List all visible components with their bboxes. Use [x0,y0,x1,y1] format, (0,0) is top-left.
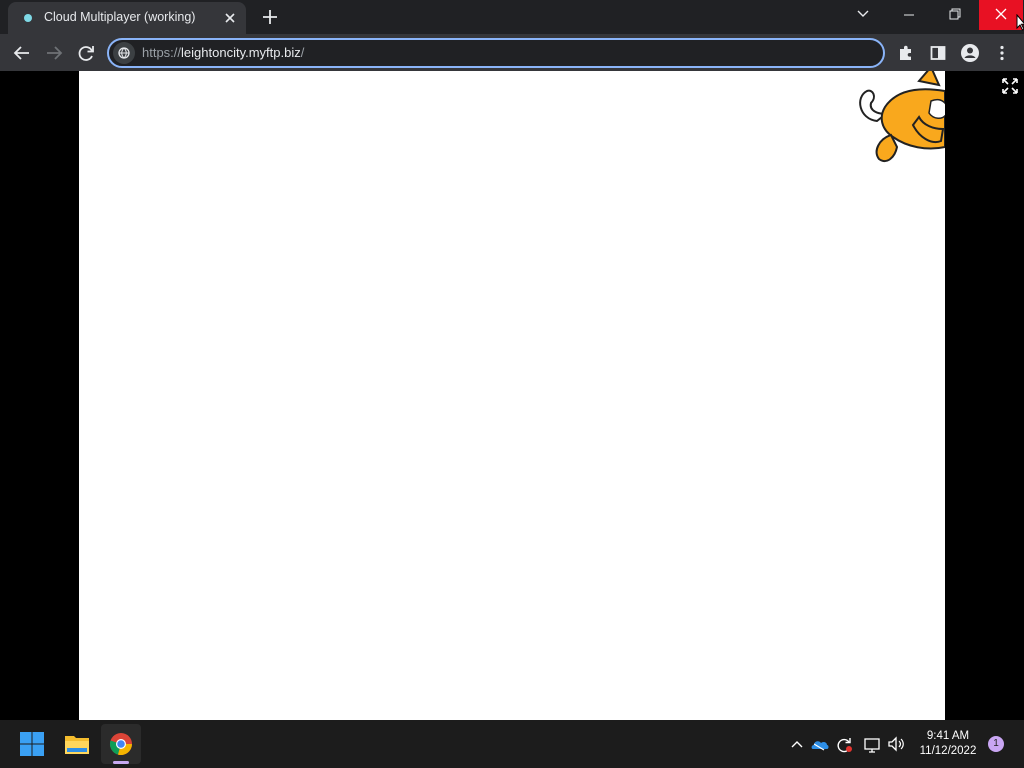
file-explorer-folder-icon[interactable] [57,724,97,764]
active-app-indicator [113,761,129,764]
reload-icon[interactable] [73,40,99,66]
show-hidden-icons-chevron-icon[interactable] [787,733,807,755]
restore-button[interactable] [933,0,977,30]
side-panel-icon[interactable] [925,40,951,66]
url-path: / [300,45,305,60]
url-scheme: https:// [142,45,182,60]
address-bar[interactable]: https://leightoncity.myftp.biz/ [107,38,885,68]
url-host: leightoncity.myftp.biz [181,45,301,60]
clock-date: 11/12/2022 [919,745,977,757]
new-tab-button[interactable] [259,6,281,28]
windows-taskbar: 9:41 AM 11/12/2022 [0,720,1024,768]
forward-arrow-icon[interactable] [41,40,67,66]
windows-start-icon[interactable] [12,724,52,764]
profile-avatar-icon[interactable] [957,40,983,66]
browser-toolbar: https://leightoncity.myftp.biz/ [0,34,1024,71]
back-arrow-icon[interactable] [9,40,35,66]
fullscreen-expand-icon[interactable] [1001,77,1019,95]
extensions-puzzle-icon[interactable] [893,40,919,66]
system-clock[interactable]: 9:41 AM 11/12/2022 [914,729,982,759]
kebab-menu-icon[interactable] [989,40,1015,66]
project-stage[interactable] [79,71,945,720]
network-monitor-icon[interactable] [862,733,882,755]
onedrive-cloud-icon[interactable] [810,733,830,755]
tab-search-chevron-icon[interactable] [841,0,885,30]
chrome-taskbar-icon[interactable] [101,724,141,764]
tab-title: Cloud Multiplayer (working) [44,10,196,24]
site-info-icon[interactable] [113,42,135,64]
mouse-pointer-icon [1016,14,1024,32]
volume-speaker-icon[interactable] [886,733,906,755]
cat-sprite[interactable] [857,71,945,165]
url-text: https://leightoncity.myftp.biz/ [142,45,304,60]
minimize-button[interactable] [887,0,931,30]
tab-strip: Cloud Multiplayer (working) [0,0,1024,34]
browser-tab[interactable]: Cloud Multiplayer (working) [8,2,246,34]
notification-count-badge[interactable]: 1 [988,736,1004,752]
tab-favicon-icon [24,14,32,22]
sync-status-icon[interactable] [834,733,854,755]
close-tab-icon[interactable] [220,8,240,28]
page-viewport [0,71,1024,720]
clock-time: 9:41 AM [926,730,970,742]
